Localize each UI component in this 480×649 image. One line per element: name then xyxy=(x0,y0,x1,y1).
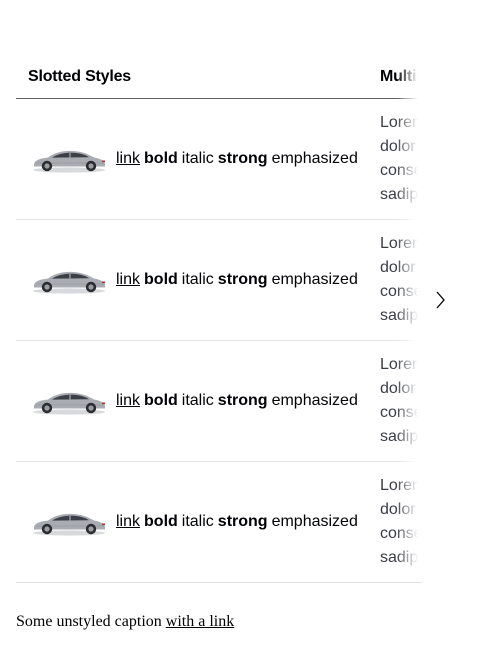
multiline-line: dolor sit amet, xyxy=(380,138,422,155)
cell-slotted-styles: link bold italic strong emphasized xyxy=(16,340,358,462)
table-row: link bold italic strong emphasized Lorem… xyxy=(16,98,422,220)
cell-slotted-styles: link bold italic strong emphasized xyxy=(16,461,358,583)
car-thumbnail-image xyxy=(33,392,105,415)
bold-text: bold xyxy=(144,513,178,530)
emphasized-text: emphasized xyxy=(271,392,358,409)
row-link[interactable]: link xyxy=(116,392,140,410)
strong-text: strong xyxy=(217,513,268,530)
bold-text: bold xyxy=(144,392,178,409)
cell-slotted-styles: link bold italic strong emphasized xyxy=(16,98,358,220)
emphasized-text: emphasized xyxy=(271,513,358,530)
multiline-line: Lorem ipsum xyxy=(380,477,422,494)
strong-text: strong xyxy=(217,271,268,288)
data-table: Slotted Styles Multiline text link bold … xyxy=(16,56,464,583)
bold-text: bold xyxy=(144,150,178,167)
strong-text: strong xyxy=(217,392,268,409)
row-link[interactable]: link xyxy=(116,271,140,289)
multiline-line: dolor sit amet, xyxy=(380,380,422,397)
multiline-line: dolor sit amet, xyxy=(380,501,422,518)
column-header-multiline-text[interactable]: Multiline text xyxy=(356,56,422,99)
caption-text: Some unstyled caption xyxy=(16,613,162,630)
table-header-row: Slotted Styles Multiline text xyxy=(16,56,422,99)
cell-multiline-text: Lorem ipsum dolor sit amet, consetetur s… xyxy=(356,98,422,220)
cell-multiline-text: Lorem ipsum dolor sit amet, consetetur s… xyxy=(356,461,422,583)
car-thumbnail-image xyxy=(33,150,105,173)
multiline-line: consetetur xyxy=(380,404,422,421)
car-thumbnail-image xyxy=(33,513,105,536)
emphasized-text: emphasized xyxy=(271,271,358,288)
cell-slotted-styles: link bold italic strong emphasized xyxy=(16,219,358,341)
cell-multiline-text: Lorem ipsum dolor sit amet, consetetur s… xyxy=(356,219,422,341)
italic-text: italic xyxy=(181,392,214,409)
multiline-line: Lorem ipsum xyxy=(380,114,422,131)
multiline-line: consetetur xyxy=(380,525,422,542)
table-scroll-area[interactable]: Slotted Styles Multiline text link bold … xyxy=(16,56,422,583)
multiline-line: Lorem ipsum xyxy=(380,356,422,373)
table-row: link bold italic strong emphasized Lorem… xyxy=(16,340,422,462)
column-header-slotted-styles[interactable]: Slotted Styles xyxy=(16,56,356,99)
multiline-line: consetetur xyxy=(380,162,422,179)
bold-text: bold xyxy=(144,271,178,288)
scroll-right-button[interactable] xyxy=(434,286,446,314)
italic-text: italic xyxy=(181,271,214,288)
chevron-right-icon xyxy=(436,291,445,309)
table-row: link bold italic strong emphasized Lorem… xyxy=(16,219,422,341)
car-thumbnail-image xyxy=(33,271,105,294)
strong-text: strong xyxy=(217,150,268,167)
row-link[interactable]: link xyxy=(116,150,140,168)
italic-text: italic xyxy=(181,150,214,167)
cell-multiline-text: Lorem ipsum dolor sit amet, consetetur s… xyxy=(356,340,422,462)
multiline-line: sadipscing xyxy=(380,549,422,566)
table-row: link bold italic strong emphasized Lorem… xyxy=(16,461,422,583)
caption-link[interactable]: with a link xyxy=(166,613,234,630)
multiline-line: consetetur xyxy=(380,283,422,300)
multiline-line: Lorem ipsum xyxy=(380,235,422,252)
multiline-line: sadipscing xyxy=(380,186,422,203)
multiline-line: sadipscing xyxy=(380,307,422,324)
italic-text: italic xyxy=(181,513,214,530)
emphasized-text: emphasized xyxy=(271,150,358,167)
multiline-line: dolor sit amet, xyxy=(380,259,422,276)
table-caption: Some unstyled caption with a link xyxy=(16,613,234,631)
row-link[interactable]: link xyxy=(116,513,140,531)
multiline-line: sadipscing xyxy=(380,428,422,445)
